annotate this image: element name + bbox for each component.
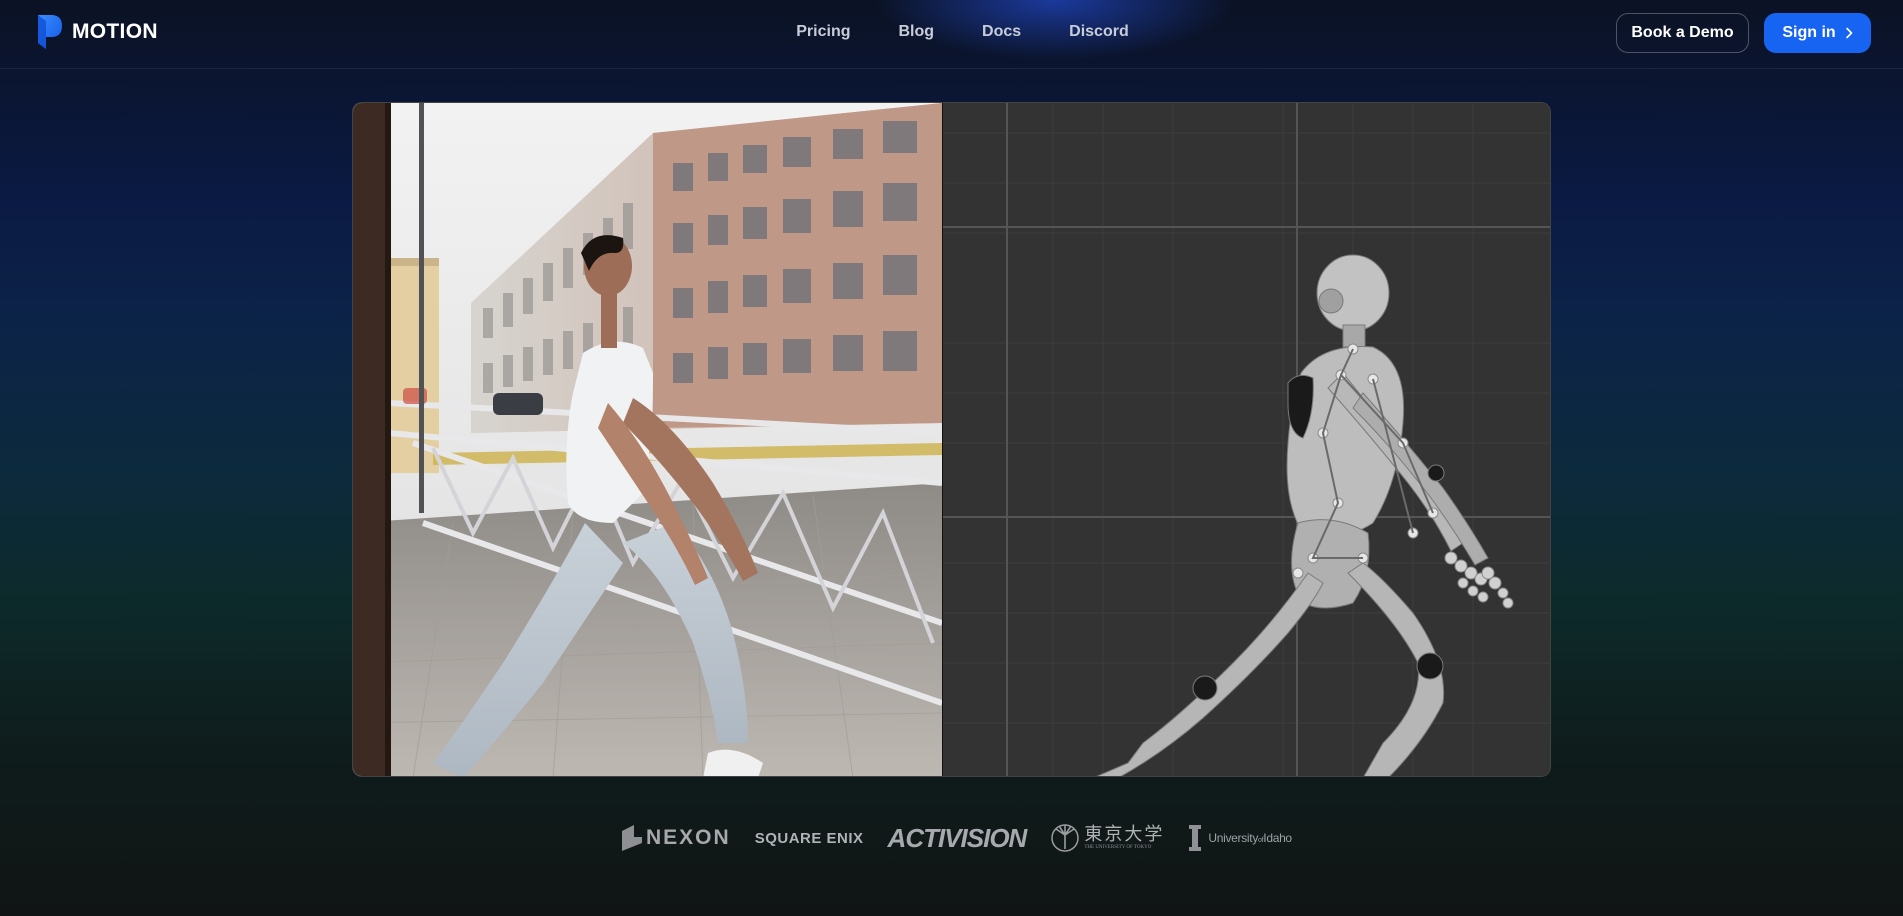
book-demo-button[interactable]: Book a Demo — [1616, 13, 1749, 53]
nexon-logo: NEXON — [620, 823, 731, 853]
sign-in-button[interactable]: Sign in — [1764, 13, 1871, 53]
dancer-video-image — [353, 103, 942, 776]
ginkgo-leaf-icon — [1051, 824, 1080, 852]
university-of-tokyo-logo: 東京大学 THE UNIVERSITY OF TOKYO — [1050, 823, 1164, 853]
mannequin-render-image — [943, 103, 1550, 776]
brand-name: MOTION — [72, 20, 158, 43]
nav-discord[interactable]: Discord — [1045, 21, 1153, 43]
brand-logo[interactable]: MOTION — [37, 14, 158, 50]
activision-logo: ACTIVISION — [887, 822, 1028, 853]
customer-logos: NEXON SQUARE ENIX ACTIVISION 東京大学 THE UN… — [620, 818, 1292, 858]
idaho-i-icon — [1189, 825, 1202, 851]
nexon-mark-icon — [622, 825, 642, 851]
3d-render-viewport — [942, 103, 1550, 776]
chevron-right-icon — [1845, 27, 1852, 39]
sign-in-label: Sign in — [1782, 24, 1836, 41]
square-enix-logo: SQUARE ENIX — [754, 829, 864, 847]
site-header: MOTION Pricing Blog Docs Discord Book a … — [0, 0, 1903, 69]
nav-docs[interactable]: Docs — [958, 21, 1045, 43]
nav-pricing[interactable]: Pricing — [772, 21, 874, 43]
motion-logo-icon — [38, 15, 62, 49]
nav-blog[interactable]: Blog — [874, 21, 958, 43]
university-of-idaho-logo: UniversityofIdaho — [1188, 823, 1292, 853]
motion-capture-demo — [352, 102, 1551, 777]
source-video-frame — [353, 103, 942, 776]
